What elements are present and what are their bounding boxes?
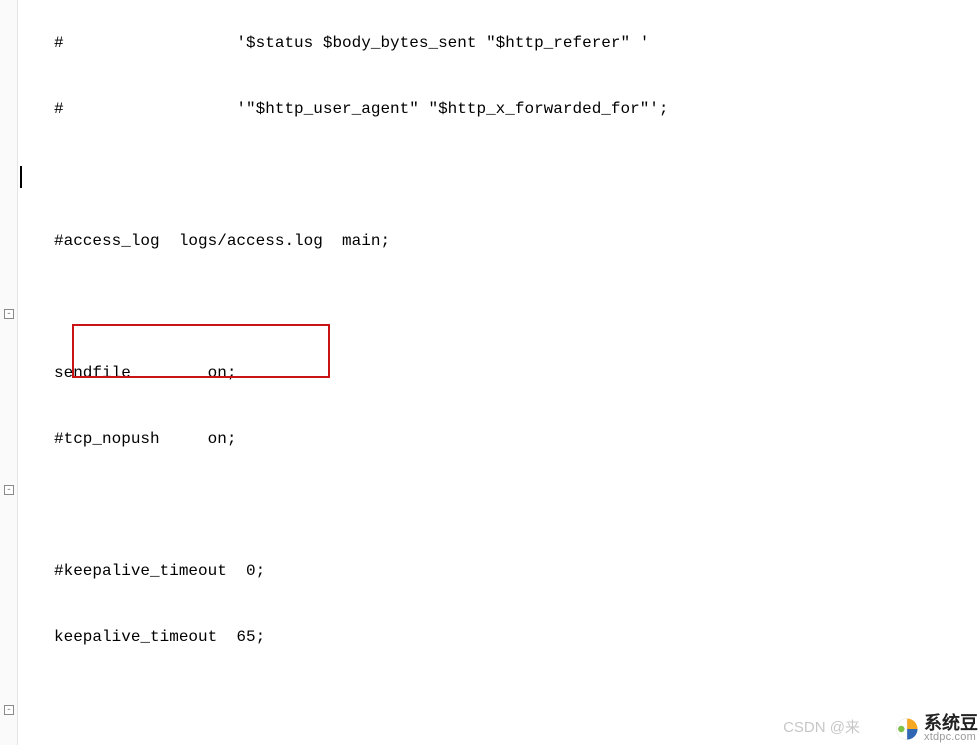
watermark-url: xtdpc.com bbox=[924, 732, 978, 743]
fold-marker-icon[interactable]: - bbox=[4, 309, 14, 319]
code-line: keepalive_timeout 65; bbox=[18, 626, 669, 648]
code-line: # '"$http_user_agent" "$http_x_forwarded… bbox=[18, 98, 669, 120]
code-line bbox=[18, 296, 669, 318]
fold-marker-icon[interactable]: - bbox=[4, 485, 14, 495]
code-block[interactable]: # '$status $body_bytes_sent "$http_refer… bbox=[18, 0, 669, 745]
code-line: #access_log logs/access.log main; bbox=[18, 230, 669, 252]
watermark-title: 系统豆 bbox=[924, 714, 978, 732]
code-line bbox=[18, 494, 669, 516]
gutter: - - - bbox=[0, 0, 18, 745]
site-watermark: 系统豆 xtdpc.com bbox=[894, 714, 978, 743]
code-line bbox=[18, 692, 669, 714]
code-line bbox=[18, 164, 669, 186]
editor-viewport: - - - # '$status $body_bytes_sent "$http… bbox=[0, 0, 980, 745]
csdn-watermark: CSDN @来 bbox=[783, 717, 860, 739]
code-line: #keepalive_timeout 0; bbox=[18, 560, 669, 582]
fold-marker-icon[interactable]: - bbox=[4, 705, 14, 715]
code-line: sendfile on; bbox=[18, 362, 669, 384]
logo-icon bbox=[894, 716, 920, 742]
text-cursor bbox=[20, 166, 22, 188]
code-line: #tcp_nopush on; bbox=[18, 428, 669, 450]
code-line: # '$status $body_bytes_sent "$http_refer… bbox=[18, 32, 669, 54]
